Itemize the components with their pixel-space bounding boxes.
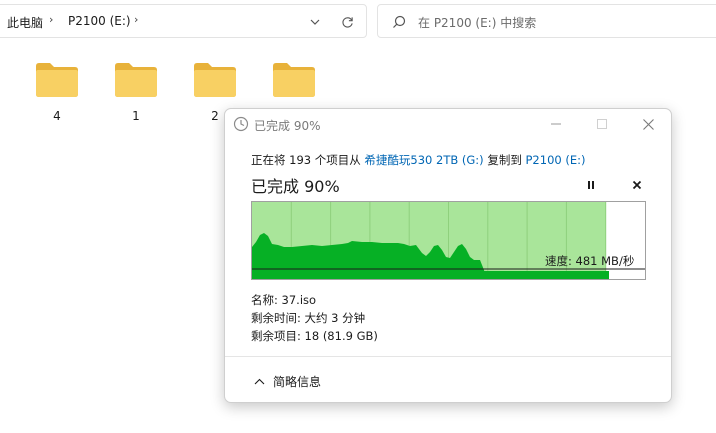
dialog-title: 已完成 90%: [254, 119, 321, 133]
source-link[interactable]: 希捷酷玩530 2TB (G:): [364, 153, 483, 167]
folder-item[interactable]: [193, 62, 237, 102]
refresh-icon[interactable]: [337, 12, 357, 32]
chevron-right-icon[interactable]: ›: [134, 13, 138, 26]
progress-heading: 已完成 90%: [251, 177, 340, 196]
pause-button[interactable]: [580, 175, 602, 195]
fewer-details-label[interactable]: 简略信息: [273, 373, 321, 390]
copy-progress-dialog: 已完成 90% 正在将 193 个项目从 希捷酷玩530 2TB (G:) 复制…: [224, 108, 672, 403]
breadcrumb-this-pc[interactable]: 此电脑: [7, 14, 43, 31]
close-button[interactable]: [625, 109, 671, 139]
search-icon: [392, 14, 406, 33]
file-name: 名称: 37.iso: [251, 293, 317, 307]
breadcrumb-drive[interactable]: P2100 (E:): [68, 14, 131, 28]
folder-label[interactable]: 1: [114, 109, 158, 123]
search-box[interactable]: 在 P2100 (E:) 中搜索: [377, 4, 716, 38]
search-placeholder[interactable]: 在 P2100 (E:) 中搜索: [418, 14, 536, 31]
copy-description: 正在将 193 个项目从 希捷酷玩530 2TB (G:) 复制到 P2100 …: [251, 152, 585, 168]
copy-middle: 复制到: [487, 153, 522, 167]
chevron-up-icon: [254, 378, 265, 385]
folder-icon: [273, 63, 315, 97]
copy-prefix: 正在将 193 个项目从: [251, 153, 361, 167]
folder-icon: [194, 63, 236, 97]
dialog-titlebar[interactable]: 已完成 90%: [225, 109, 671, 139]
folder-label[interactable]: 4: [35, 109, 79, 123]
folder-icon: [36, 63, 78, 97]
folder-item[interactable]: [272, 62, 316, 102]
speed-readout: 速度: 481 MB/秒: [545, 254, 635, 268]
dialog-divider: [225, 356, 671, 357]
speed-baseline: [252, 271, 609, 279]
folder-item[interactable]: [35, 62, 79, 102]
chevron-down-icon[interactable]: [305, 12, 325, 32]
maximize-button[interactable]: [579, 109, 625, 139]
folder-item[interactable]: [114, 62, 158, 102]
cancel-button[interactable]: [626, 175, 648, 195]
address-toolbar: 此电脑 › P2100 (E:) › 在 P2100 (E:) 中搜索: [0, 0, 716, 44]
folder-icon: [115, 63, 157, 97]
time-remaining: 剩余时间: 大约 3 分钟: [251, 311, 366, 325]
address-bar[interactable]: 此电脑 › P2100 (E:) ›: [0, 4, 367, 38]
items-remaining: 剩余项目: 18 (81.9 GB): [251, 329, 378, 343]
clock-icon: [233, 116, 249, 136]
minimize-button[interactable]: [533, 109, 579, 139]
fewer-details-toggle[interactable]: 简略信息: [254, 373, 321, 390]
destination-link[interactable]: P2100 (E:): [526, 153, 586, 167]
chevron-right-icon[interactable]: ›: [49, 13, 53, 26]
